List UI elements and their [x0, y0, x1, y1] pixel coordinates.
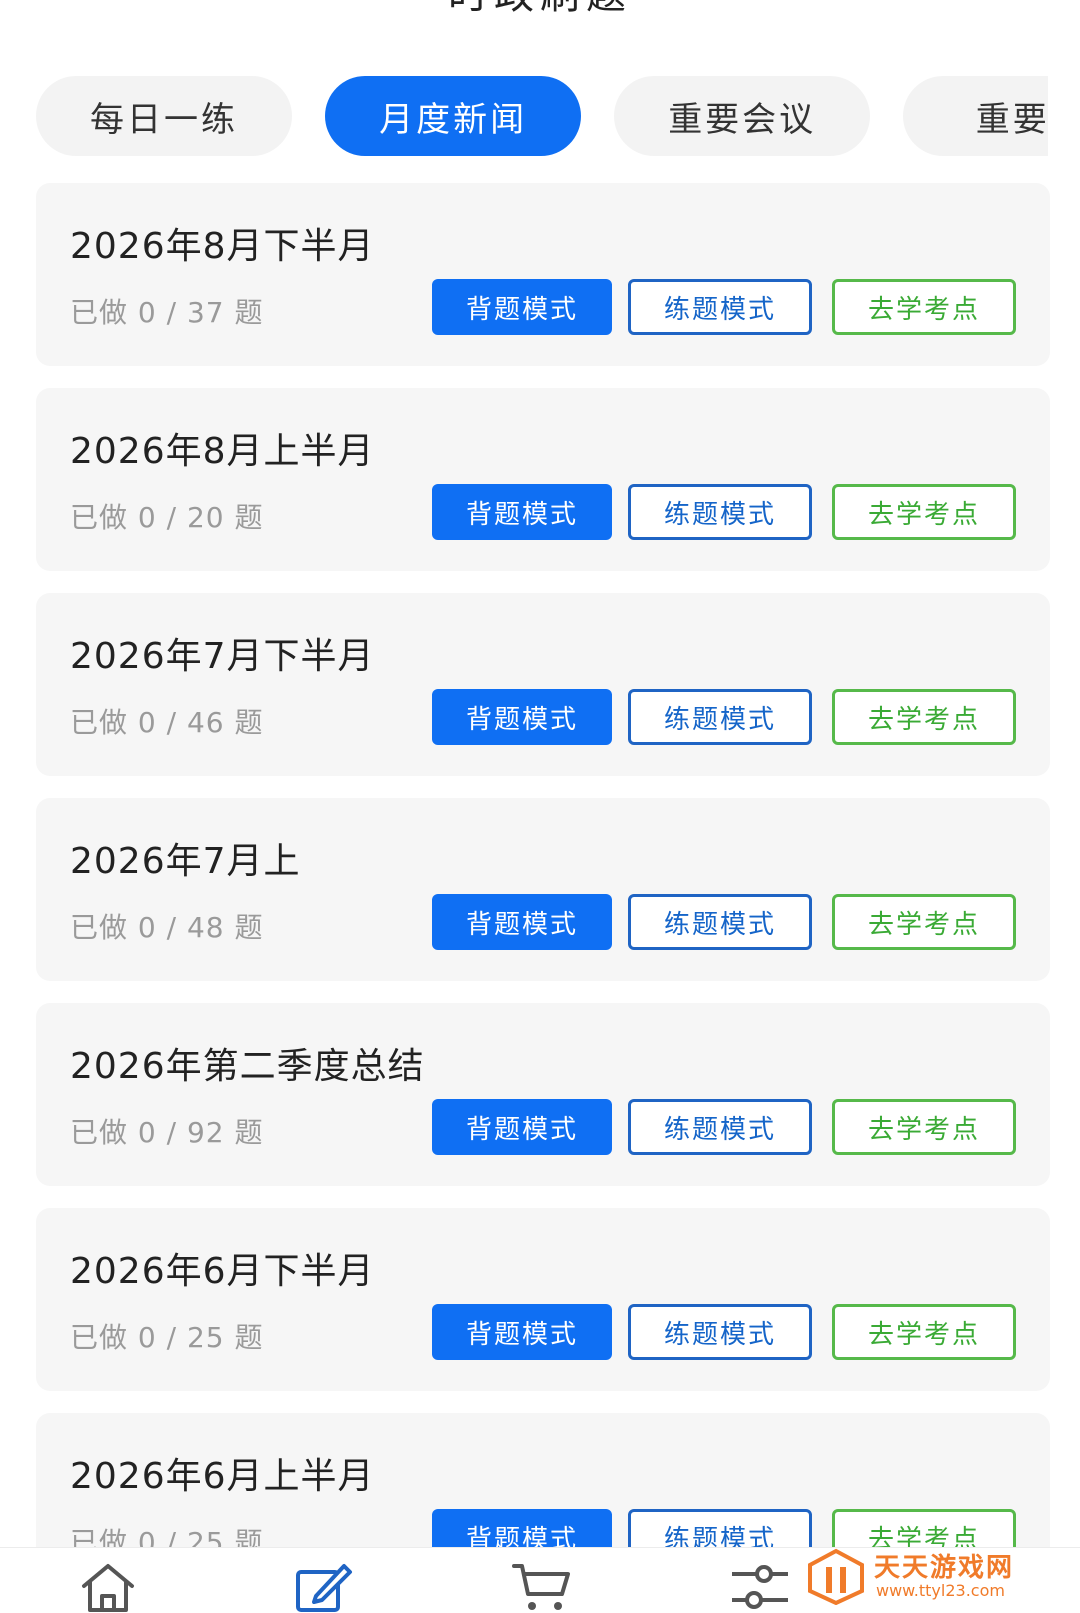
home-icon: [82, 1564, 134, 1612]
practice-mode-button[interactable]: 练题模式: [628, 1099, 812, 1155]
card-progress: 已做 0 / 48 题: [70, 911, 264, 944]
tab-daily-practice[interactable]: 每日一练: [36, 76, 292, 156]
watermark-logo-icon: [808, 1548, 864, 1605]
practice-mode-button[interactable]: 练题模式: [628, 279, 812, 335]
watermark-url: www.ttyl23.com: [876, 1581, 1005, 1600]
card-progress: 已做 0 / 25 题: [70, 1321, 264, 1354]
edit-icon: [296, 1564, 352, 1612]
card-progress: 已做 0 / 46 题: [70, 706, 264, 739]
nav-settings[interactable]: [730, 1560, 790, 1613]
watermark-name: 天天游戏网: [874, 1553, 1015, 1583]
page-title: 时政刷题: [0, 0, 1080, 20]
card-progress: 已做 0 / 92 题: [70, 1116, 264, 1149]
study-points-button[interactable]: 去学考点: [832, 894, 1016, 950]
card-title: 2026年8月下半月: [70, 226, 375, 267]
study-points-button[interactable]: 去学考点: [832, 279, 1016, 335]
page: 时政刷题 每日一练 月度新闻 重要会议 重要文 2026年8月下半月 已做 0 …: [0, 0, 1080, 1613]
study-points-button[interactable]: 去学考点: [832, 484, 1016, 540]
card-title: 2026年6月下半月: [70, 1251, 375, 1292]
memorize-mode-button[interactable]: 背题模式: [432, 1099, 612, 1155]
practice-mode-button[interactable]: 练题模式: [628, 1304, 812, 1360]
category-tabs: 每日一练 月度新闻 重要会议 重要文: [36, 76, 1048, 156]
list-item: 2026年8月下半月 已做 0 / 37 题 背题模式 练题模式 去学考点: [36, 183, 1050, 366]
question-set-list: 2026年8月下半月 已做 0 / 37 题 背题模式 练题模式 去学考点 20…: [36, 183, 1050, 1613]
watermark: 天天游戏网 www.ttyl23.com: [806, 1547, 1046, 1607]
cart-icon: [512, 1564, 570, 1610]
card-progress: 已做 0 / 20 题: [70, 501, 264, 534]
tab-important-documents[interactable]: 重要文: [903, 76, 1048, 156]
tab-important-meetings[interactable]: 重要会议: [614, 76, 871, 156]
list-item: 2026年8月上半月 已做 0 / 20 题 背题模式 练题模式 去学考点: [36, 388, 1050, 571]
list-item: 2026年7月上 已做 0 / 48 题 背题模式 练题模式 去学考点: [36, 798, 1050, 981]
card-title: 2026年7月下半月: [70, 636, 375, 677]
card-title: 2026年8月上半月: [70, 431, 375, 472]
card-title: 2026年7月上: [70, 841, 301, 882]
memorize-mode-button[interactable]: 背题模式: [432, 279, 612, 335]
memorize-mode-button[interactable]: 背题模式: [432, 894, 612, 950]
memorize-mode-button[interactable]: 背题模式: [432, 689, 612, 745]
list-item: 2026年7月下半月 已做 0 / 46 题 背题模式 练题模式 去学考点: [36, 593, 1050, 776]
tab-monthly-news[interactable]: 月度新闻: [325, 76, 582, 156]
memorize-mode-button[interactable]: 背题模式: [432, 1304, 612, 1360]
study-points-button[interactable]: 去学考点: [832, 1304, 1016, 1360]
memorize-mode-button[interactable]: 背题模式: [432, 484, 612, 540]
card-title: 2026年第二季度总结: [70, 1046, 425, 1087]
practice-mode-button[interactable]: 练题模式: [628, 484, 812, 540]
nav-practice[interactable]: [294, 1560, 354, 1613]
study-points-button[interactable]: 去学考点: [832, 1099, 1016, 1155]
card-progress: 已做 0 / 37 题: [70, 296, 264, 329]
filter-icon: [732, 1565, 788, 1609]
practice-mode-button[interactable]: 练题模式: [628, 894, 812, 950]
study-points-button[interactable]: 去学考点: [832, 689, 1016, 745]
card-title: 2026年6月上半月: [70, 1456, 375, 1497]
nav-cart[interactable]: [512, 1560, 572, 1613]
practice-mode-button[interactable]: 练题模式: [628, 689, 812, 745]
list-item: 2026年6月下半月 已做 0 / 25 题 背题模式 练题模式 去学考点: [36, 1208, 1050, 1391]
nav-home[interactable]: [78, 1560, 138, 1613]
list-item: 2026年第二季度总结 已做 0 / 92 题 背题模式 练题模式 去学考点: [36, 1003, 1050, 1186]
